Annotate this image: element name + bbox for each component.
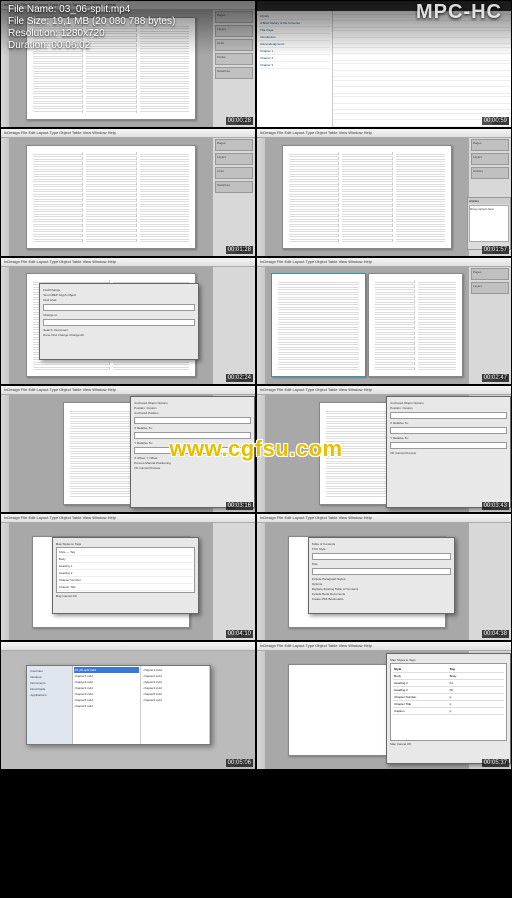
resolution-value: 1280x720 [61,28,105,39]
file-size-label: File Size: [8,16,49,27]
finder-column[interactable]: chapter1.indd chapter2.indd chapter3.ind… [141,666,210,744]
change-input[interactable] [43,319,195,326]
thumbnail-9[interactable]: InDesign File Edit Layout Type Object Ta… [0,513,256,641]
thumbnail-7[interactable]: InDesign File Edit Layout Type Object Ta… [0,385,256,513]
anchored-object-dialog[interactable]: Anchored Object Options Position: Custom… [386,396,511,508]
articles-panel[interactable]: Articles Drag content here [467,197,511,250]
thumbnail-4[interactable]: InDesign File Edit Layout Type Object Ta… [256,128,512,256]
toc-dialog[interactable]: Table of Contents TOC Style: Title: Incl… [308,537,456,614]
style-tag-list[interactable]: Style — Tag Body Heading 1 Heading 2 Cha… [56,547,196,593]
video-player-window: File Name: 03_06-split.mp4 File Size: 19… [0,0,512,898]
file-name-label: File Name: [8,4,56,15]
thumbnail-8[interactable]: InDesign File Edit Layout Type Object Ta… [256,385,512,513]
anchored-object-dialog[interactable]: Anchored Object Options Position: Custom… [130,396,255,508]
duration-label: Duration: [8,40,49,51]
styles-tags-dialog[interactable]: Map Styles to Tags Style — Tag Body Head… [52,537,200,614]
player-brand: MPC-HC [416,6,502,18]
file-name-value: 03_06-split.mp4 [59,4,130,15]
duration-value: 00:06:02 [51,40,90,51]
map-styles-table-dialog[interactable]: Map Styles to Tags StyleTag BodyBody Hea… [386,653,511,765]
map-table[interactable]: StyleTag BodyBody Heading 1h1 Heading 2h… [390,663,507,741]
timecode: 00:00:59 [482,117,509,125]
finder-window[interactable]: Favorites Desktop Documents Downloads Ap… [26,665,211,745]
thumbnail-12[interactable]: InDesign File Edit Layout Type Object Ta… [256,641,512,769]
video-info-overlay: File Name: 03_06-split.mp4 File Size: 19… [0,0,512,56]
resolution-label: Resolution: [8,28,58,39]
thumbnail-3[interactable]: InDesign File Edit Layout Type Object Ta… [0,128,256,256]
thumbnail-11[interactable]: Favorites Desktop Documents Downloads Ap… [0,641,256,769]
thumbnail-10[interactable]: InDesign File Edit Layout Type Object Ta… [256,513,512,641]
timecode: 00:00:28 [226,117,253,125]
find-input[interactable] [43,304,195,311]
thumbnail-5[interactable]: InDesign File Edit Layout Type Object Ta… [0,257,256,385]
file-size-value: 19,1 MB (20 080 788 bytes) [52,16,175,27]
find-change-dialog[interactable]: Find/Change Text GREP Glyph Object Find … [39,283,199,360]
thumbnail-grid: InDesign File Edit Layout Type Object Ta… [0,0,512,898]
finder-sidebar[interactable]: Favorites Desktop Documents Downloads Ap… [27,666,72,744]
finder-column[interactable]: 03_06-split.indd chapter1.indd chapter2.… [73,666,142,744]
thumbnail-6[interactable]: InDesign File Edit Layout Type Object Ta… [256,257,512,385]
